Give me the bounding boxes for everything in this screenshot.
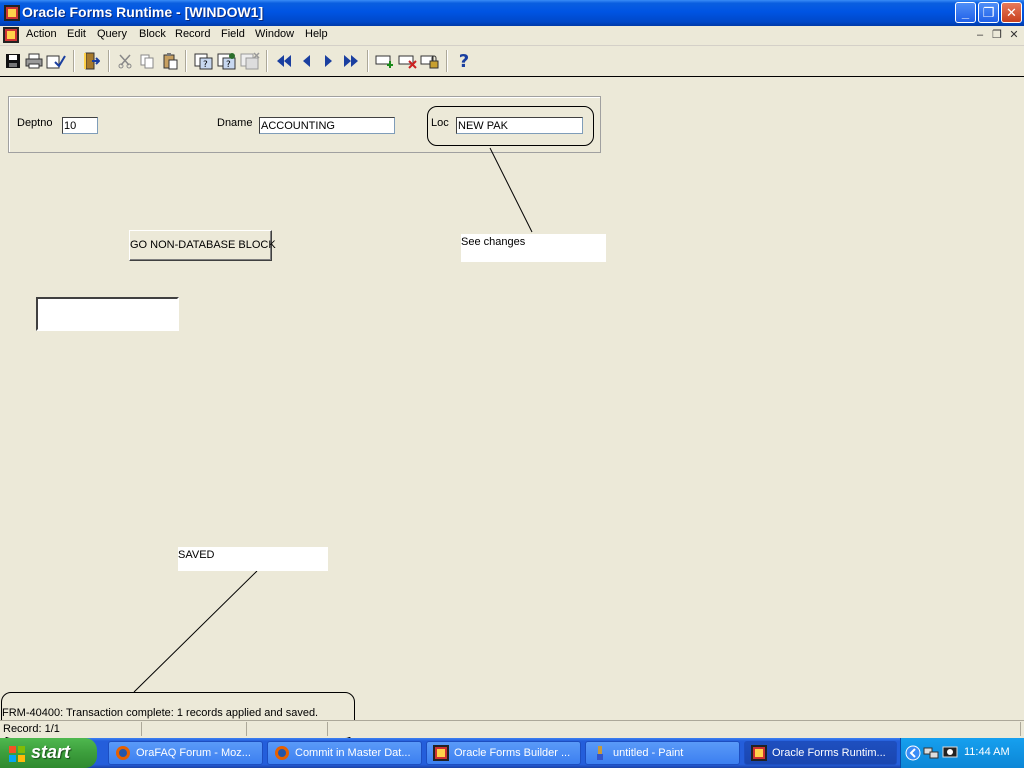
non-database-item-field[interactable] <box>36 297 179 331</box>
cancel-query-icon[interactable] <box>240 51 260 71</box>
exit-icon[interactable] <box>81 51 101 71</box>
taskbar-item-label: untitled - Paint <box>613 747 684 759</box>
mdi-close-button[interactable]: ✕ <box>1006 27 1022 43</box>
enter-query-icon[interactable]: ? <box>194 51 214 71</box>
status-cell-divider <box>327 722 328 736</box>
start-label: start <box>31 742 71 762</box>
status-message: FRM-40400: Transaction complete: 1 recor… <box>2 707 319 719</box>
close-button[interactable]: ✕ <box>1001 2 1022 23</box>
taskbar-item-commit[interactable]: Commit in Master Dat... <box>267 741 422 765</box>
saved-pointer-line <box>133 570 258 693</box>
menu-query[interactable]: Query <box>97 28 127 40</box>
status-bar: Record: 1/1 <box>0 720 1024 737</box>
deptno-label: Deptno <box>17 117 53 129</box>
status-cell-divider <box>246 722 247 736</box>
start-button[interactable]: start <box>0 738 97 768</box>
menu-window[interactable]: Window <box>255 28 294 40</box>
windows-logo-icon <box>9 746 25 762</box>
go-non-database-block-button[interactable]: GO NON-DATABASE BLOCK <box>129 230 276 261</box>
system-tray: 11:44 AM <box>900 738 1024 768</box>
network-icon[interactable] <box>923 745 939 761</box>
clock: 11:44 AM <box>964 746 1010 758</box>
insert-record-icon[interactable] <box>375 51 395 71</box>
title-bar: Oracle Forms Runtime - [WINDOW1] _ ❐ ✕ <box>0 0 1024 26</box>
loc-field[interactable]: NEW PAK <box>456 117 583 134</box>
taskbar-item-orafaq[interactable]: OraFAQ Forum - Moz... <box>108 741 263 765</box>
taskbar-item-label: Oracle Forms Runtim... <box>772 747 886 759</box>
taskbar-item-label: Commit in Master Dat... <box>295 747 411 759</box>
oracle-forms-icon <box>4 5 20 21</box>
menu-block[interactable]: Block <box>139 28 166 40</box>
menu-field[interactable]: Field <box>221 28 245 40</box>
taskbar-item-label: OraFAQ Forum - Moz... <box>136 747 251 759</box>
lock-record-icon[interactable] <box>420 51 440 71</box>
toolbar-separator <box>108 50 110 72</box>
mdi-restore-button[interactable]: ❐ <box>989 27 1005 43</box>
cut-icon[interactable] <box>115 51 135 71</box>
monitor-icon[interactable] <box>942 745 958 761</box>
menu-edit[interactable]: Edit <box>67 28 86 40</box>
taskbar-item-paint[interactable]: untitled - Paint <box>585 741 740 765</box>
maximize-button[interactable]: ❐ <box>978 2 999 23</box>
toolbar-separator <box>185 50 187 72</box>
oracle-forms-icon <box>751 745 767 761</box>
minimize-button[interactable]: _ <box>955 2 976 23</box>
first-record-icon[interactable] <box>274 51 294 71</box>
status-cell-divider <box>1020 722 1021 736</box>
taskbar-item-forms-builder[interactable]: Oracle Forms Builder ... <box>426 741 581 765</box>
svg-text:?: ? <box>226 60 231 70</box>
menu-bar: Action Edit Query Block Record Field Win… <box>0 26 1024 46</box>
menu-record[interactable]: Record <box>175 28 210 40</box>
taskbar-item-forms-runtime[interactable]: Oracle Forms Runtim... <box>744 741 897 765</box>
clear-icon[interactable] <box>46 51 66 71</box>
mdi-minimize-button[interactable]: – <box>972 27 988 43</box>
paste-icon[interactable] <box>160 51 180 71</box>
previous-record-icon[interactable] <box>296 51 316 71</box>
show-hidden-icons-icon[interactable] <box>905 745 921 761</box>
oracle-forms-icon <box>433 745 449 761</box>
paint-icon <box>597 746 603 760</box>
toolbar-separator <box>367 50 369 72</box>
save-icon[interactable] <box>3 51 23 71</box>
record-indicator: Record: 1/1 <box>3 723 60 735</box>
remove-record-icon[interactable] <box>398 51 418 71</box>
execute-query-icon[interactable]: ? <box>217 51 237 71</box>
firefox-icon <box>275 746 289 760</box>
loc-label: Loc <box>431 117 449 129</box>
svg-text:?: ? <box>203 60 208 70</box>
copy-icon[interactable] <box>137 51 157 71</box>
print-icon[interactable] <box>24 51 44 71</box>
taskbar-item-label: Oracle Forms Builder ... <box>454 747 571 759</box>
dname-field[interactable]: ACCOUNTING <box>259 117 395 134</box>
toolbar-separator <box>446 50 448 72</box>
toolbar: ? ? ? <box>0 46 1024 77</box>
dname-label: Dname <box>217 117 253 129</box>
next-record-icon[interactable] <box>319 51 339 71</box>
status-cell-divider <box>141 722 142 736</box>
saved-note: SAVED <box>178 547 328 571</box>
help-icon[interactable]: ? <box>454 51 474 72</box>
toolbar-separator <box>73 50 75 72</box>
form-system-menu-icon[interactable] <box>3 27 19 43</box>
toolbar-separator <box>266 50 268 72</box>
window-title: Oracle Forms Runtime - [WINDOW1] <box>22 4 264 20</box>
deptno-field[interactable]: 10 <box>62 117 98 134</box>
taskbar: start OraFAQ Forum - Moz... Commit in Ma… <box>0 738 1024 768</box>
firefox-icon <box>116 746 130 760</box>
last-record-icon[interactable] <box>341 51 361 71</box>
see-changes-note: See changes <box>461 234 606 262</box>
menu-help[interactable]: Help <box>305 28 328 40</box>
see-changes-pointer-line <box>489 147 533 233</box>
menu-action[interactable]: Action <box>26 28 57 40</box>
